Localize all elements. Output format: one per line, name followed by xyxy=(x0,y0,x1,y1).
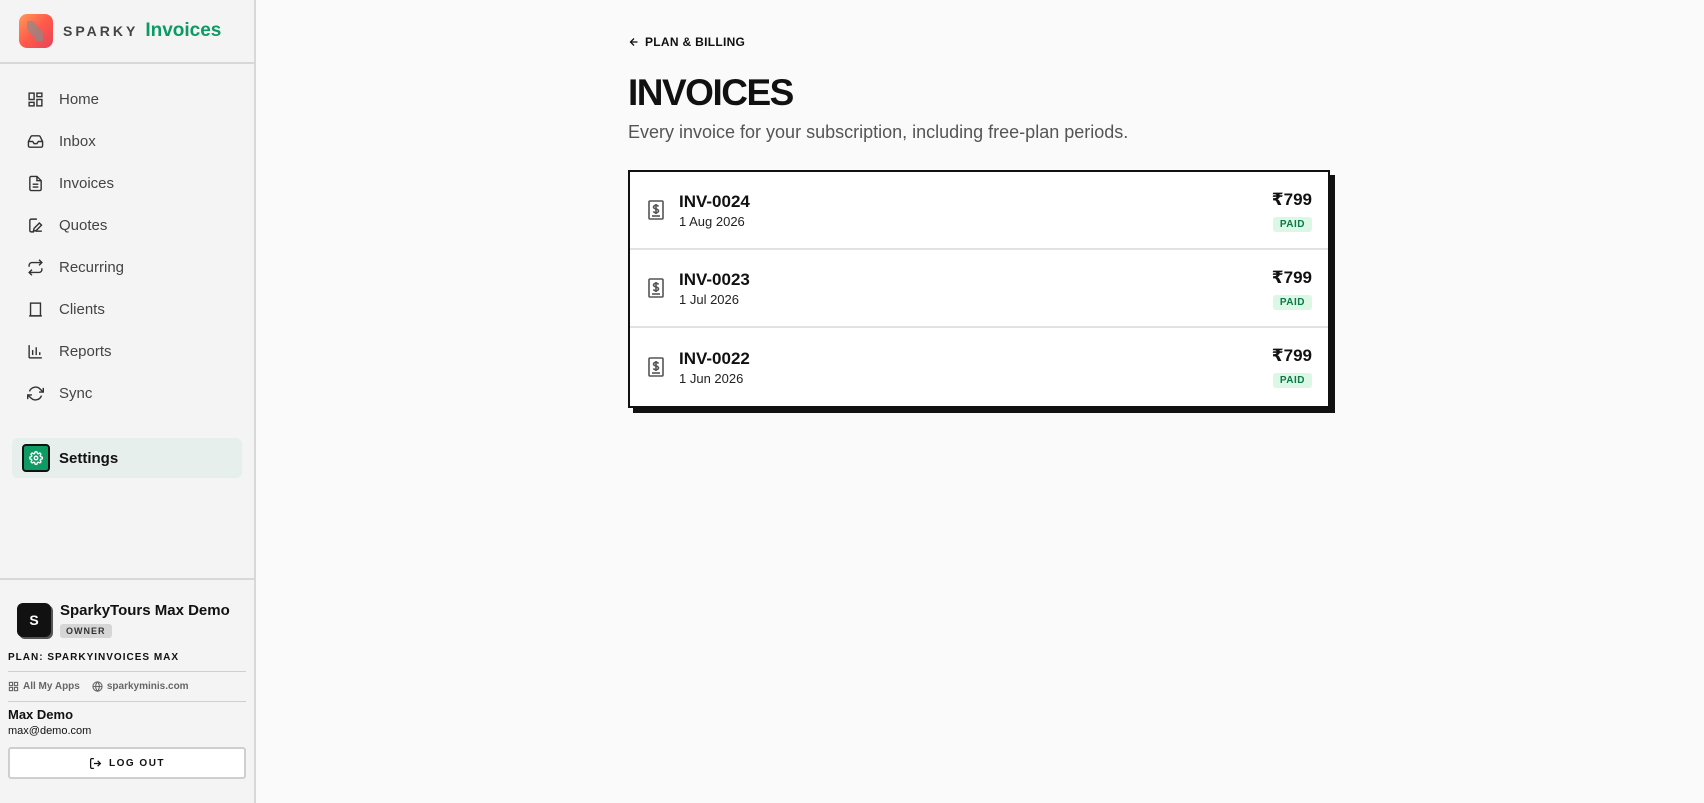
invoice-doc-icon xyxy=(648,278,664,298)
role-badge: OWNER xyxy=(60,624,112,638)
invoice-info: INV-0022 1 Jun 2026 xyxy=(679,349,750,386)
bar-chart-icon xyxy=(27,343,44,360)
sidebar-item-label: Sync xyxy=(59,384,93,402)
invoice-id: INV-0023 xyxy=(679,269,750,289)
sidebar-item-reports[interactable]: Reports xyxy=(0,330,254,372)
invoice-amount: ₹799 xyxy=(1271,268,1312,287)
org-info: SparkyTours Max Demo OWNER xyxy=(60,602,230,639)
invoice-row[interactable]: INV-0024 1 Aug 2026 ₹799 PAID xyxy=(630,172,1328,250)
sidebar-item-label: Quotes xyxy=(59,216,108,234)
logout-label: LOG OUT xyxy=(108,757,166,769)
sidebar-item-sync[interactable]: Sync xyxy=(0,372,254,414)
org-avatar: S xyxy=(17,603,51,637)
invoice-summary: ₹799 PAID xyxy=(1272,268,1312,310)
invoice-row[interactable]: INV-0022 1 Jun 2026 ₹799 PAID xyxy=(630,328,1328,406)
page-title: INVOICES xyxy=(628,72,794,113)
globe-icon xyxy=(92,681,103,692)
invoice-summary: ₹799 PAID xyxy=(1272,190,1312,232)
invoice-amount: ₹799 xyxy=(1271,190,1312,209)
edit-icon xyxy=(27,217,44,234)
invoice-summary: ₹799 PAID xyxy=(1272,346,1312,388)
page-subtitle: Every invoice for your subscription, inc… xyxy=(628,122,1129,142)
back-link[interactable]: PLAN & BILLING xyxy=(628,35,745,49)
sparky-logo-icon xyxy=(19,14,53,48)
grid-icon xyxy=(8,681,19,692)
sidebar-item-label: Home xyxy=(59,90,100,108)
invoice-date: 1 Jun 2026 xyxy=(679,370,744,386)
org-name: SparkyTours Max Demo xyxy=(60,602,230,619)
invoice-info: INV-0024 1 Aug 2026 xyxy=(679,192,750,229)
invoice-row[interactable]: INV-0023 1 Jul 2026 ₹799 PAID xyxy=(630,250,1328,328)
account-panel: S SparkyTours Max Demo OWNER PLAN: SPARK… xyxy=(0,578,254,803)
org-switcher[interactable]: S SparkyTours Max Demo OWNER xyxy=(8,602,246,639)
sidebar-item-recurring[interactable]: Recurring xyxy=(0,246,254,288)
sidebar-item-quotes[interactable]: Quotes xyxy=(0,204,254,246)
user-name: Max Demo xyxy=(8,707,74,722)
all-apps-label: All My Apps xyxy=(23,681,80,692)
home-icon xyxy=(27,91,44,108)
sidebar-item-label: Recurring xyxy=(59,258,125,276)
sidebar-item-invoices[interactable]: Invoices xyxy=(0,162,254,204)
sidebar-item-label: Clients xyxy=(59,300,105,318)
status-badge: PAID xyxy=(1272,295,1312,310)
invoice-doc-icon xyxy=(648,200,664,220)
file-icon xyxy=(27,175,44,192)
website-link[interactable]: sparkyminis.com xyxy=(92,681,189,692)
inbox-icon xyxy=(27,133,44,150)
invoice-id: INV-0024 xyxy=(679,191,750,211)
sidebar-nav: Home Inbox Invoices Quotes Recurring Cli… xyxy=(0,78,254,414)
invoice-info: INV-0023 1 Jul 2026 xyxy=(679,270,750,307)
sidebar-item-label: Inbox xyxy=(59,132,96,150)
repeat-icon xyxy=(27,258,44,276)
back-link-label: PLAN & BILLING xyxy=(645,35,746,49)
sidebar-item-clients[interactable]: Clients xyxy=(0,288,254,330)
status-badge: PAID xyxy=(1272,217,1312,232)
invoice-doc-icon xyxy=(648,357,664,377)
refresh-icon xyxy=(27,385,44,402)
brand-sparky-text: SPARKY xyxy=(63,23,139,39)
brand-product-name: Invoices xyxy=(145,20,222,41)
footer-links: All My Apps sparkyminis.com xyxy=(8,672,246,702)
sidebar-item-label: Reports xyxy=(59,342,112,360)
sidebar-item-label: Invoices xyxy=(59,174,115,192)
invoice-amount: ₹799 xyxy=(1271,346,1312,365)
logout-icon xyxy=(89,757,102,769)
brand-header[interactable]: SPARKY Invoices xyxy=(0,0,254,64)
sidebar-item-home[interactable]: Home xyxy=(0,78,254,120)
website-label: sparkyminis.com xyxy=(106,681,189,692)
arrow-left-icon xyxy=(629,38,638,46)
sidebar-item-settings[interactable]: Settings xyxy=(12,438,242,478)
invoice-id: INV-0022 xyxy=(679,348,750,368)
sidebar: SPARKY Invoices Home Inbox Invoices Quot… xyxy=(0,0,256,803)
user-email: max@demo.com xyxy=(8,725,92,737)
logout-button[interactable]: LOG OUT xyxy=(8,747,246,779)
sidebar-item-inbox[interactable]: Inbox xyxy=(0,120,254,162)
all-apps-link[interactable]: All My Apps xyxy=(8,681,80,692)
invoice-list: INV-0024 1 Aug 2026 ₹799 PAID INV-0023 1… xyxy=(628,170,1330,408)
sidebar-item-label: Settings xyxy=(59,449,119,467)
status-badge: PAID xyxy=(1272,373,1312,388)
plan-label: PLAN: SPARKYINVOICES MAX xyxy=(8,652,246,672)
building-icon xyxy=(27,301,44,318)
gear-icon xyxy=(22,444,50,472)
invoice-date: 1 Jul 2026 xyxy=(679,291,739,307)
invoice-date: 1 Aug 2026 xyxy=(679,213,745,229)
